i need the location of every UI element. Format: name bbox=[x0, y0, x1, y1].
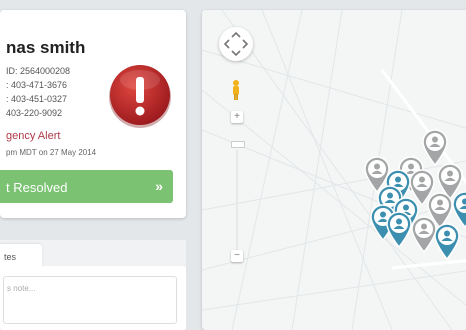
person-marker-icon bbox=[452, 191, 466, 229]
zoom-slider-thumb[interactable] bbox=[231, 141, 245, 148]
alert-timestamp: pm MDT on 27 May 2014 bbox=[6, 148, 97, 157]
map-view[interactable]: + − bbox=[202, 10, 466, 330]
patient-phone-1: : 403-471-3676 bbox=[6, 80, 68, 90]
person-marker-icon bbox=[422, 129, 448, 167]
zoom-in-button[interactable]: + bbox=[231, 111, 243, 123]
alert-type-label: gency Alert bbox=[6, 130, 61, 142]
blue-person-map-marker[interactable] bbox=[451, 190, 466, 229]
gray-person-map-marker[interactable] bbox=[421, 128, 449, 167]
pan-arrows-icon bbox=[223, 31, 249, 57]
pegman-icon[interactable] bbox=[230, 79, 242, 101]
patient-phone-2: : 403-451-0327 bbox=[6, 94, 68, 104]
zoom-slider-track[interactable] bbox=[236, 150, 238, 250]
pan-control[interactable] bbox=[219, 27, 253, 61]
tab-notes-label: tes bbox=[4, 252, 17, 262]
zoom-out-button[interactable]: − bbox=[231, 250, 243, 262]
patient-name: nas smith bbox=[6, 38, 86, 57]
blue-person-map-marker[interactable] bbox=[385, 210, 413, 249]
exclamation-alert-icon bbox=[108, 64, 172, 128]
patient-id: ID: 2564000208 bbox=[6, 66, 71, 76]
resolve-alert-button[interactable]: t Resolved » bbox=[0, 170, 173, 203]
person-marker-icon bbox=[386, 211, 412, 249]
double-chevron-right-icon: » bbox=[155, 178, 163, 194]
notes-placeholder: s note... bbox=[7, 284, 36, 293]
patient-phone-3: 403-220-9092 bbox=[6, 108, 63, 118]
resolve-button-label: t Resolved bbox=[6, 180, 68, 195]
patient-card: nas smith ID: 2564000208 : 403-471-3676 … bbox=[0, 10, 186, 218]
notes-input[interactable]: s note... bbox=[3, 276, 177, 324]
tab-notes[interactable]: tes bbox=[0, 244, 42, 268]
